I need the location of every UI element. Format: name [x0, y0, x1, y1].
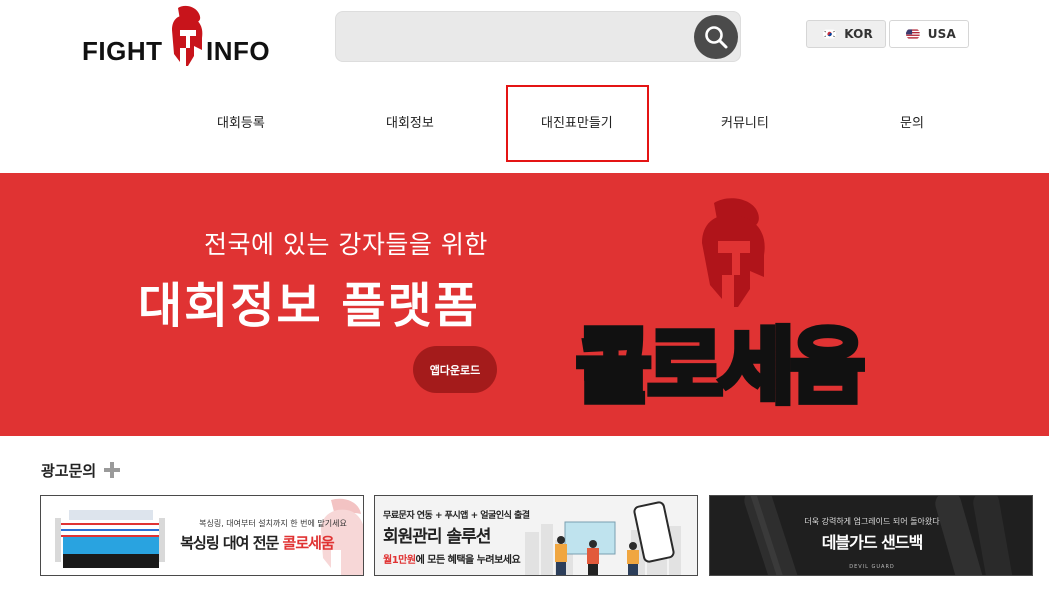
ad2-line3-dark: 에 모든 혜택을 누려보세요 — [416, 553, 521, 566]
plus-icon[interactable] — [103, 461, 121, 479]
fightinfo-logo[interactable]: FIGHT INFO — [82, 4, 272, 68]
nav-item-inquiry[interactable]: 문의 — [900, 112, 924, 131]
svg-text:복싱링 대여 전문 콜로세움: 복싱링 대여 전문 콜로세움 — [180, 534, 335, 552]
logo-text-left: FIGHT — [82, 36, 163, 66]
logo-text-right: INFO — [206, 36, 271, 66]
search-button[interactable] — [694, 15, 738, 59]
banner-title: 대회정보 플랫폼 — [138, 278, 480, 334]
banner-subtitle: 전국에 있는 강자들을 위한 — [204, 230, 488, 259]
language-usa-button[interactable]: USA — [889, 20, 969, 48]
ad1-line2-red: 콜로세움 — [283, 534, 335, 552]
svg-text:월1만원에 모든 혜택을 누려보세요: 월1만원에 모든 혜택을 누려보세요 — [383, 553, 521, 566]
language-kor-button[interactable]: KOR — [806, 20, 886, 48]
language-usa-label: USA — [927, 27, 956, 41]
ad-banner-sandbag[interactable]: 더욱 강력하게 업그레이드 되어 돌아왔다 데블가드 샌드백 DEVIL GUA… — [709, 495, 1033, 576]
brand-text: 콜로세움 — [576, 320, 863, 415]
language-kor-label: KOR — [844, 27, 873, 41]
hero-banner: 전국에 있는 강자들을 위한 대회정보 플랫폼 앱다운로드 콜로세움 — [0, 173, 1049, 436]
search-bar — [335, 11, 741, 62]
ad2-line2: 회원관리 솔루션 — [383, 527, 491, 547]
ad3-line2: 데블가드 샌드백 — [822, 533, 923, 552]
ad1-line2-dark: 복싱링 대여 전문 — [180, 534, 282, 552]
ads-inquiry-title: 광고문의 — [41, 462, 97, 480]
search-input[interactable] — [348, 22, 688, 52]
helmet-logo-icon — [172, 5, 203, 66]
boxing-ring-image — [55, 510, 165, 568]
colosseum-wordmark: 콜로세움 — [573, 317, 865, 415]
ad1-line1: 복싱링, 대여부터 설치까지 한 번에 맡기세요 — [199, 518, 347, 528]
ad3-line3: DEVIL GUARD — [849, 564, 895, 570]
ad2-line1: 무료문자 연동 + 푸시앱 + 얼굴인식 출결 — [383, 509, 530, 521]
ad-banner-boxing-ring[interactable]: 복싱링, 대여부터 설치까지 한 번에 맡기세요 복싱링 대여 전문 콜로세움 — [40, 495, 364, 576]
usa-flag-icon — [906, 29, 920, 39]
ad-banner-member-management[interactable]: 무료문자 연동 + 푸시앱 + 얼굴인식 출결 회원관리 솔루션 월1만원에 모… — [374, 495, 698, 576]
nav-item-community[interactable]: 커뮤니티 — [721, 112, 769, 131]
search-icon — [705, 26, 728, 49]
nav-highlight-box — [506, 85, 649, 162]
ad3-line1: 더욱 강력하게 업그레이드 되어 돌아왔다 — [804, 516, 940, 526]
app-download-button[interactable]: 앱다운로드 — [413, 346, 497, 393]
page: FIGHT INFO KOR USA 대회등록 대회정보 대진표만들기 커뮤니티… — [0, 0, 1049, 611]
nav-item-competition-info[interactable]: 대회정보 — [386, 112, 434, 131]
nav-item-register[interactable]: 대회등록 — [217, 112, 265, 131]
ad2-line3-red: 월1만원 — [383, 553, 416, 566]
korea-flag-icon — [823, 29, 837, 39]
